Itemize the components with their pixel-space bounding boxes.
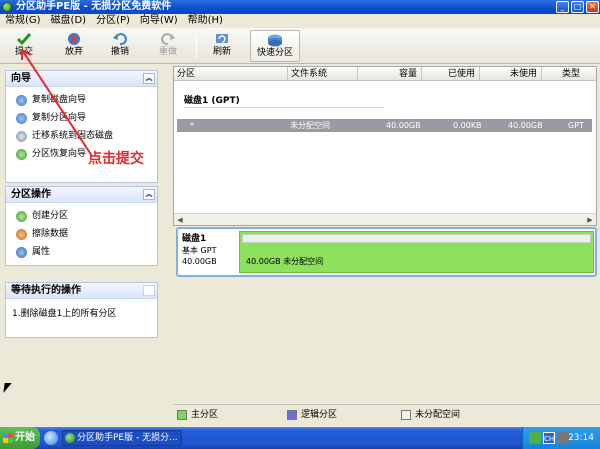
system-tray: CH 23:14 (522, 427, 600, 449)
start-button[interactable]: 开始 (0, 427, 40, 449)
quick-launch-icon[interactable] (44, 431, 58, 445)
network-icon[interactable] (529, 432, 541, 444)
start-label: 开始 (15, 432, 35, 443)
task-label: 分区助手PE版 - 无损分... (77, 433, 178, 443)
mouse-cursor-icon (3, 383, 12, 393)
input-method-icon[interactable]: CH (543, 432, 555, 444)
annotation-text: 点击提交 (88, 151, 144, 167)
clock: 23:14 (568, 433, 594, 443)
windows-flag-icon (3, 433, 13, 443)
app-icon (65, 433, 75, 443)
taskbar-window-button[interactable]: 分区助手PE版 - 无损分... (62, 430, 182, 446)
annotation-arrow (21, 49, 93, 157)
taskbar: 开始 分区助手PE版 - 无损分... CH 23:14 (0, 427, 600, 449)
